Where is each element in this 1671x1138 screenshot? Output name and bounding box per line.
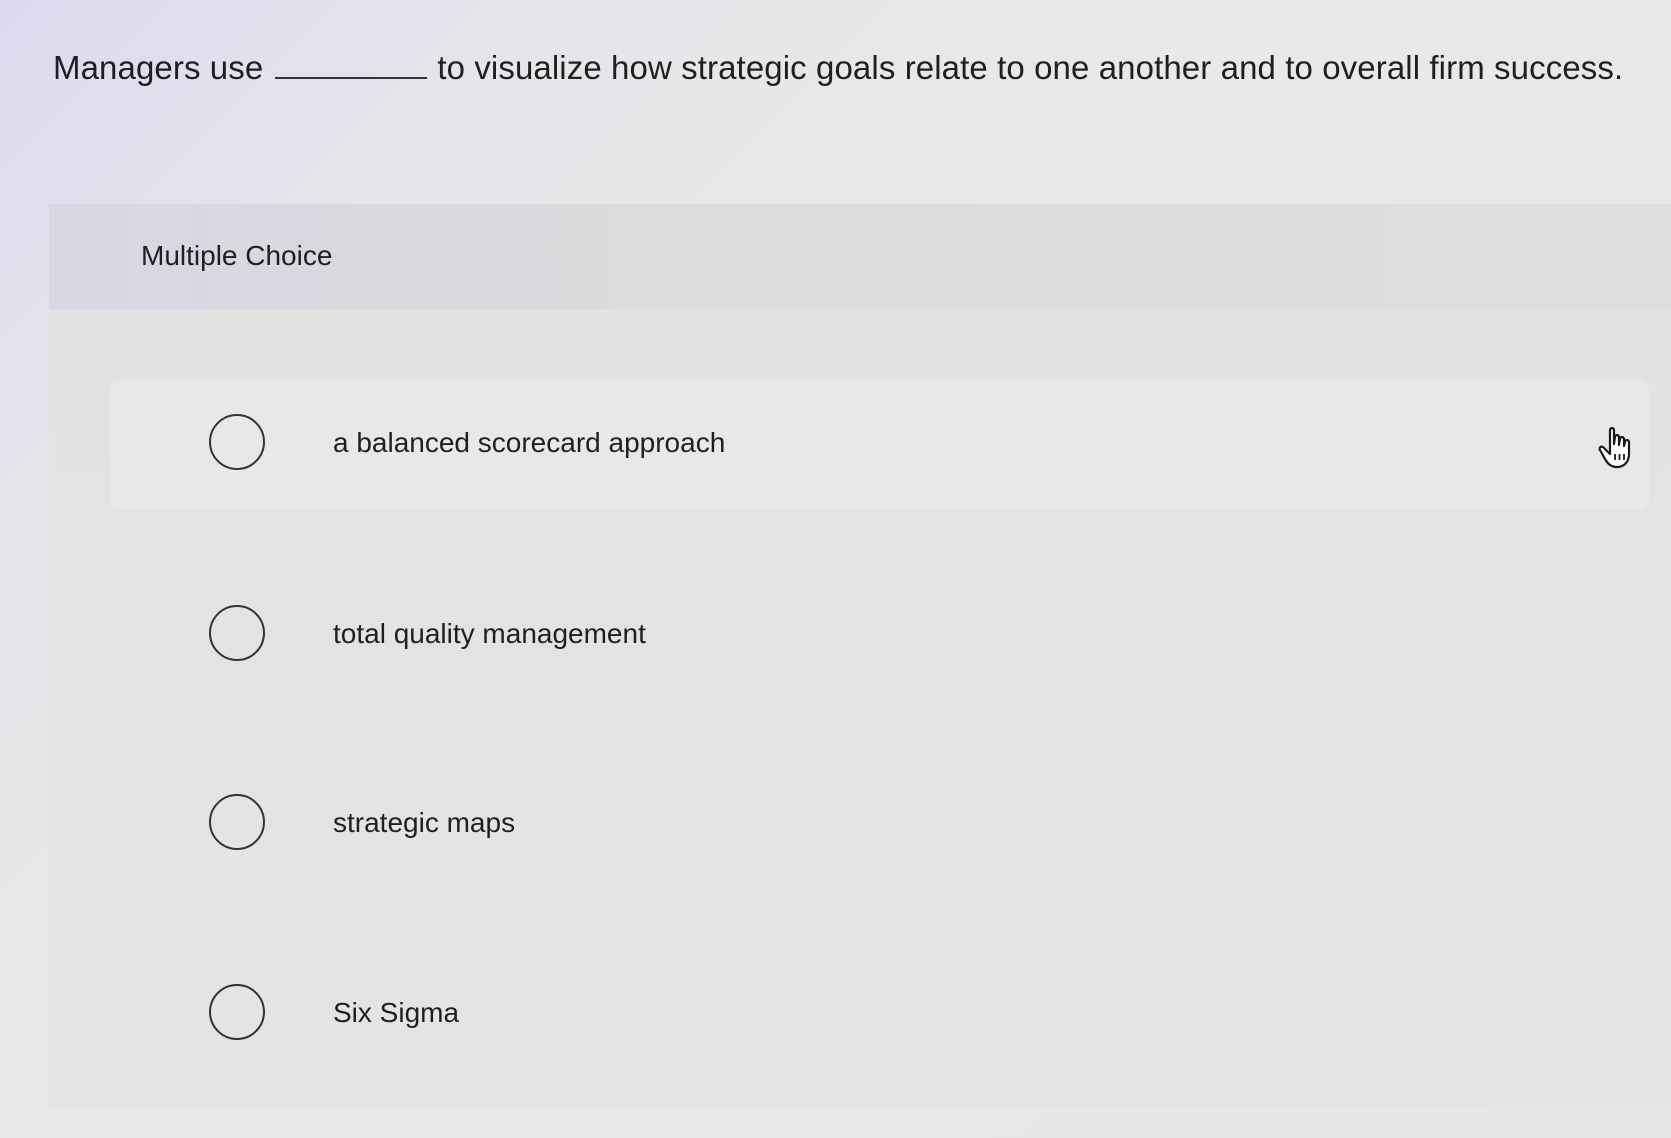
panel-header: Multiple Choice xyxy=(49,204,1671,309)
option-label: Six Sigma xyxy=(333,997,460,1028)
option-six-sigma[interactable]: Six Sigma xyxy=(109,950,1649,1080)
option-total-quality-management[interactable]: total quality management xyxy=(109,571,1649,701)
hand-pointer-icon xyxy=(1596,426,1636,470)
answer-panel: Multiple Choice a balanced scorecard app… xyxy=(49,204,1671,1108)
option-label: strategic maps xyxy=(333,807,516,838)
radio-button[interactable] xyxy=(209,605,265,661)
option-label: total quality management xyxy=(333,618,646,649)
option-label: a balanced scorecard approach xyxy=(333,427,726,458)
question-text: Managers use to visualize how strategic g… xyxy=(53,44,1623,92)
radio-button[interactable] xyxy=(209,984,265,1040)
option-balanced-scorecard[interactable]: a balanced scorecard approach xyxy=(109,380,1649,510)
question-before-blank: Managers use xyxy=(53,49,264,86)
option-strategic-maps[interactable]: strategic maps xyxy=(109,760,1649,890)
radio-button[interactable] xyxy=(209,414,265,470)
answer-blank xyxy=(275,49,428,79)
question-after-blank: to visualize how strategic goals relate … xyxy=(437,49,1624,86)
radio-button[interactable] xyxy=(209,794,265,850)
panel-title: Multiple Choice xyxy=(141,240,333,271)
